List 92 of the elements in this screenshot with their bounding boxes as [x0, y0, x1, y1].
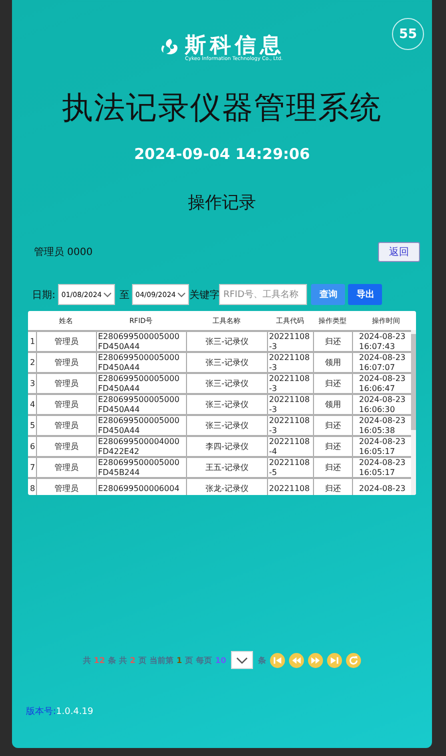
pagination-text: 12: [94, 656, 105, 664]
table-cell: 管理员: [36, 353, 96, 372]
table-cell: 2024-08-23 16:07:43: [352, 332, 410, 351]
keyword-label: 关键字: [189, 288, 220, 302]
table-cell: 20221108 -3: [267, 374, 313, 393]
date-time: 2024-09-04 14:29:06: [134, 145, 310, 163]
table-cell: 管理员: [36, 458, 96, 477]
last-page-icon[interactable]: [327, 652, 342, 668]
page-size-select[interactable]: [231, 651, 254, 669]
pagination-text: 当前第: [150, 654, 174, 666]
chevron-down-icon[interactable]: [103, 292, 112, 298]
chevron-down-icon[interactable]: [236, 656, 248, 664]
table-cell: 20221108 -5: [267, 458, 313, 477]
table-cell: 管理员: [36, 332, 96, 351]
table-cell: 20221108: [267, 479, 313, 495]
table-cell: 归还: [313, 437, 352, 456]
table-cell: 2024-08-23 16:05:17: [352, 437, 410, 456]
version-number: 1.0.4.19: [56, 707, 94, 717]
table-cell: E280699500006004: [96, 479, 186, 495]
keyword-field[interactable]: RFID号、工具名称: [219, 284, 308, 305]
row-number: 6: [29, 440, 36, 453]
pagination-text: 每页: [196, 654, 212, 666]
table-cell: E280699500005000 FD450A44: [96, 332, 186, 351]
table-cell: 张三-记录仪: [186, 374, 267, 393]
table-cell: 管理员: [36, 416, 96, 435]
pagination-text: 条: [258, 654, 266, 666]
table-cell: 2024-08-23: [352, 479, 410, 495]
table-cell: 领用: [313, 353, 352, 372]
table-cell: 2024-08-23 16:05:17: [352, 458, 410, 477]
to-label: 至: [119, 288, 130, 302]
table-cell: 20221108 -3: [267, 416, 313, 435]
table-cell: 2024-08-23 16:07:07: [352, 353, 410, 372]
prev-page-icon[interactable]: [289, 652, 304, 668]
table-cell: 20221108 -3: [267, 353, 313, 372]
table-cell: 张龙-记录仪: [186, 479, 267, 495]
table-cell: 管理员: [36, 395, 96, 414]
table-cell: 张三-记录仪: [186, 353, 267, 372]
chevron-down-icon[interactable]: [177, 292, 186, 298]
user-label: 管理员 0000: [34, 246, 93, 259]
export-button[interactable]: 导出: [348, 284, 382, 305]
table-cell: 管理员: [36, 374, 96, 393]
table-cell: 归还: [313, 332, 352, 351]
back-button[interactable]: 返回: [378, 242, 420, 262]
pagination-text: 条: [108, 654, 116, 666]
table-cell: E280699500005000 FD450A44: [96, 416, 186, 435]
scrollbar[interactable]: [411, 330, 416, 495]
row-number: 8: [29, 482, 36, 495]
table-cell: 归还: [313, 458, 352, 477]
table-cell: 张三-记录仪: [186, 332, 267, 351]
pagination-text: 1: [176, 656, 182, 664]
row-number: 3: [29, 378, 36, 390]
table-cell: 李四-记录仪: [186, 437, 267, 456]
table-cell: 管理员: [36, 479, 96, 495]
page-title: 操作记录: [188, 192, 256, 214]
table-cell: E280699500005000 FD450A44: [96, 353, 186, 372]
row-number: 4: [29, 398, 36, 411]
table-cell: 2024-08-23 16:06:30: [352, 395, 410, 414]
pagination-text: 共: [118, 654, 127, 666]
first-page-icon[interactable]: [270, 652, 286, 668]
table-cell: 领用: [313, 395, 352, 414]
pagination-text: 10: [215, 656, 226, 664]
pagination-text: 2: [130, 656, 136, 664]
table-cell: 张三-记录仪: [186, 416, 267, 435]
table-cell: 20221108 -4: [267, 437, 313, 456]
row-number: 7: [29, 462, 36, 474]
table-cell: 归还: [313, 374, 352, 393]
next-page-icon[interactable]: [308, 652, 324, 668]
row-number: 5: [29, 420, 36, 432]
row-number: 1: [29, 336, 36, 348]
counter-badge: 55: [392, 18, 424, 50]
date-label: 日期:: [32, 288, 56, 302]
pagination-text: 页: [138, 654, 146, 666]
table-cell: E280699500005000 FD45B244: [96, 458, 186, 477]
pagination-text: 共: [82, 654, 91, 666]
table-cell: E280699500005000 FD450A44: [96, 395, 186, 414]
system-title: 执法记录仪器管理系统: [62, 89, 382, 128]
table-cell: 20221108 -3: [267, 395, 313, 414]
table-cell: 20221108 -3: [267, 332, 313, 351]
table-cell: E280699500004000 FD422E42: [96, 437, 186, 456]
pagination-text: 页: [185, 654, 194, 666]
logo-name: 斯科信息: [185, 34, 285, 56]
table-cell: 张三-记录仪: [186, 395, 267, 414]
version-label: 版本号:: [26, 707, 56, 717]
row-number: 2: [29, 356, 36, 369]
table-cell: 归还: [313, 479, 352, 495]
refresh-icon[interactable]: [346, 652, 362, 668]
table-cell: 2024-08-23 16:05:38: [352, 416, 410, 435]
table-cell: E280699500005000 FD450A44: [96, 374, 186, 393]
table-cell: 管理员: [36, 437, 96, 456]
table-cell: 2024-08-23 16:06:47: [352, 374, 410, 393]
table-cell: 归还: [313, 416, 352, 435]
table-cell: 王五-记录仪: [186, 458, 267, 477]
